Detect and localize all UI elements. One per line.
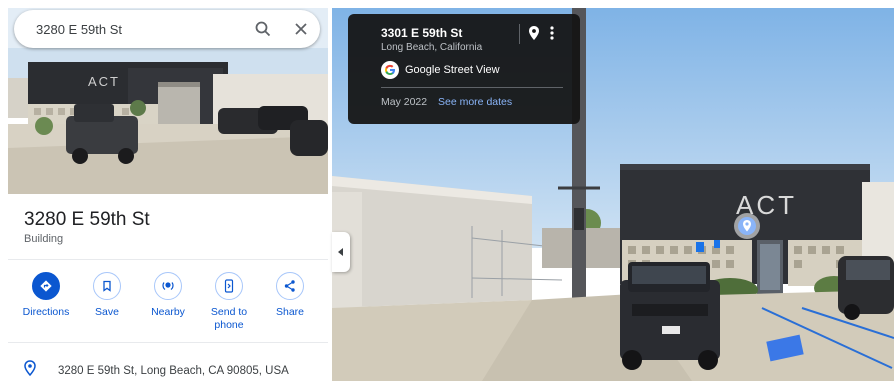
- google-logo-icon: [381, 61, 399, 79]
- street-view-provider: Google Street View: [381, 61, 500, 79]
- divider: [8, 342, 328, 343]
- address-row[interactable]: 3280 E 59th St, Long Beach, CA 90805, US…: [24, 360, 289, 381]
- capture-date: May 2022: [381, 96, 428, 108]
- bookmark-icon: [93, 272, 121, 300]
- place-type: Building: [24, 233, 64, 245]
- share-icon: [276, 272, 304, 300]
- nearby-button[interactable]: Nearby: [138, 272, 198, 336]
- svg-text:ACT: ACT: [88, 74, 120, 89]
- nearby-icon: [154, 272, 182, 300]
- action-bar: Directions Save Nearby Send to phone Shar…: [16, 272, 320, 336]
- nearby-label: Nearby: [151, 306, 185, 318]
- divider: [8, 259, 328, 260]
- chevron-left-icon: [338, 243, 344, 261]
- street-view-city: Long Beach, California: [381, 42, 483, 53]
- search-box[interactable]: 3280 E 59th St: [14, 10, 320, 48]
- close-icon[interactable]: [282, 10, 320, 48]
- divider: [519, 24, 520, 44]
- save-label: Save: [95, 306, 119, 318]
- street-view-address: 3301 E 59th St: [381, 26, 463, 40]
- see-more-dates-link[interactable]: See more dates: [438, 96, 512, 108]
- share-button[interactable]: Share: [260, 272, 320, 336]
- place-panel: ACT 3280 E 59th St 3280 E 59th St Buildi…: [0, 0, 328, 381]
- street-view-info-card: 3301 E 59th St Long Beach, California Go…: [348, 14, 580, 124]
- directions-button[interactable]: Directions: [16, 272, 76, 336]
- directions-icon: [32, 272, 60, 300]
- send-to-phone-icon: [215, 272, 243, 300]
- place-title: 3280 E 59th St: [24, 209, 150, 230]
- search-input[interactable]: 3280 E 59th St: [36, 22, 244, 37]
- street-view-provider-label: Google Street View: [405, 64, 500, 76]
- save-button[interactable]: Save: [77, 272, 137, 336]
- location-pin-icon: [24, 360, 36, 381]
- more-options-icon[interactable]: [549, 25, 555, 46]
- send-to-phone-label: Send to phone: [210, 306, 248, 331]
- divider: [381, 87, 563, 88]
- send-to-phone-button[interactable]: Send to phone: [199, 272, 259, 336]
- collapse-panel-button[interactable]: [332, 232, 350, 272]
- directions-label: Directions: [22, 306, 70, 318]
- address-text: 3280 E 59th St, Long Beach, CA 90805, US…: [58, 364, 289, 377]
- share-label: Share: [275, 306, 305, 318]
- map-pin-icon[interactable]: [528, 25, 540, 46]
- search-icon[interactable]: [244, 10, 282, 48]
- street-view-marker-icon[interactable]: [733, 212, 761, 240]
